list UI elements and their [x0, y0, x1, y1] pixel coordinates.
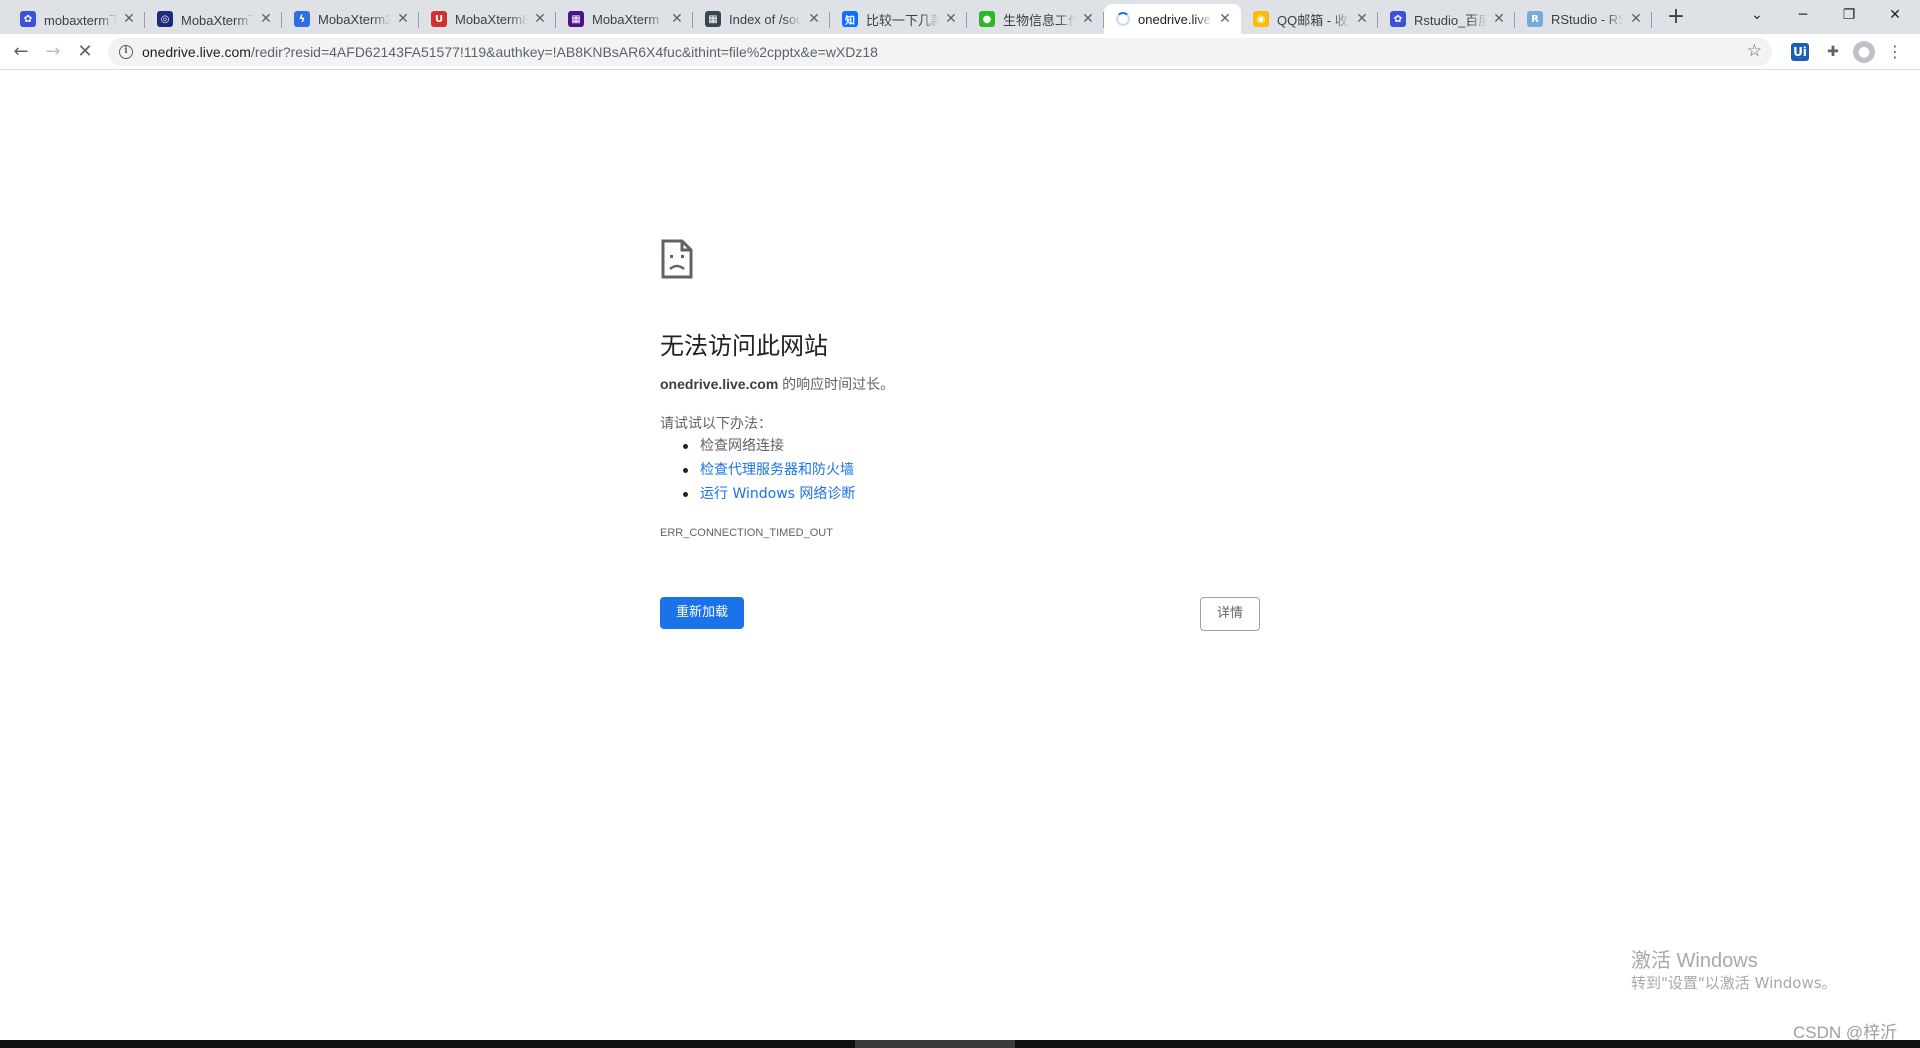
- zhihu-icon: 知: [842, 11, 858, 27]
- wechat-icon: ●: [979, 11, 995, 27]
- tab-title: Rstudio_百度: [1414, 12, 1487, 28]
- error-host: onedrive.live.com: [660, 376, 779, 392]
- activate-windows-title: 激活 Windows: [1631, 950, 1758, 972]
- error-code: ERR_CONNECTION_TIMED_OUT: [660, 527, 833, 539]
- tab-close-icon[interactable]: ✕: [258, 11, 274, 27]
- url-path: /redir?resid=4AFD62143FA51577!119&authke…: [250, 44, 878, 60]
- suggestion-run-diagnostics-link[interactable]: 运行 Windows 网络诊断: [682, 484, 855, 508]
- lightning-icon: ϟ: [294, 11, 310, 27]
- browser-tab[interactable]: onedrive.live ✕: [1104, 4, 1241, 34]
- tab-close-icon[interactable]: ✕: [806, 11, 822, 27]
- browser-tab[interactable]: 知比较一下几款 ✕: [830, 4, 967, 34]
- taskbar-item[interactable]: [855, 1040, 1015, 1048]
- tab-strip: + ⌄ ─ ❐ ✕ ✿mobaxterm下载✕◎MobaXterm下载✕ϟMob…: [0, 0, 1920, 34]
- suggestions-list: 检查网络连接 检查代理服务器和防火墙 运行 Windows 网络诊断: [682, 436, 855, 508]
- tab-title: 生物信息工作: [1003, 12, 1076, 28]
- tab-close-icon[interactable]: ✕: [669, 11, 685, 27]
- url-host: onedrive.live.com: [142, 44, 251, 60]
- baidu-paw-icon: ✿: [20, 11, 36, 27]
- baidu-paw-icon: ✿: [1390, 11, 1406, 27]
- tab-search-button[interactable]: ⌄: [1734, 0, 1780, 30]
- suggestion-check-proxy-link[interactable]: 检查代理服务器和防火墙: [682, 460, 855, 484]
- stop-loading-button[interactable]: ✕: [71, 38, 99, 66]
- browser-tab[interactable]: ◉ QQ邮箱 - 收件✕: [1241, 4, 1378, 34]
- error-title: 无法访问此网站: [660, 332, 828, 360]
- tab-close-icon[interactable]: ✕: [121, 11, 137, 27]
- tab-close-icon[interactable]: ✕: [532, 11, 548, 27]
- browser-tab[interactable]: R RStudio - RS ✕: [1515, 4, 1652, 34]
- ui-extension-icon[interactable]: Ui: [1791, 43, 1809, 61]
- tab-title: QQ邮箱 - 收件: [1277, 12, 1350, 28]
- tab-title: MobaXterm下载: [181, 12, 254, 28]
- tab-title: MobaXterm8: [455, 11, 528, 27]
- rstudio-icon: R: [1527, 11, 1543, 27]
- tab-title: 比较一下几款: [866, 12, 939, 28]
- activate-windows-subtitle: 转到"设置"以激活 Windows。: [1631, 974, 1837, 992]
- new-tab-button[interactable]: +: [1662, 4, 1690, 32]
- details-button[interactable]: 详情: [1200, 597, 1260, 631]
- browser-tab[interactable]: ▦ MobaXterm ✕: [556, 4, 693, 34]
- tab-close-icon[interactable]: ✕: [1628, 11, 1644, 27]
- extensions-puzzle-icon[interactable]: ✚: [1822, 41, 1844, 63]
- tab-title: Index of /sou: [729, 11, 802, 27]
- suggestions-heading: 请试试以下办法：: [660, 416, 772, 432]
- back-arrow-icon[interactable]: ←: [7, 38, 35, 66]
- close-window-button[interactable]: ✕: [1872, 0, 1918, 30]
- address-bar[interactable]: i onedrive.live.com/redir?resid=4AFD6214…: [108, 38, 1772, 66]
- menu-kebab-icon[interactable]: ⋮: [1884, 41, 1906, 63]
- broken-page-icon: [660, 238, 694, 284]
- forward-arrow-icon[interactable]: →: [39, 38, 67, 66]
- reload-button[interactable]: 重新加载: [660, 597, 744, 629]
- restore-button[interactable]: ❐: [1826, 0, 1872, 30]
- error-description: onedrive.live.com 的响应时间过长。: [660, 374, 894, 394]
- browser-tab[interactable]: U MobaXterm8 ✕: [419, 4, 556, 34]
- site-info-icon[interactable]: i: [119, 45, 133, 59]
- browser-tab[interactable]: ϟ MobaXterm2 ✕: [282, 4, 419, 34]
- loading-spinner-icon: [1116, 12, 1130, 26]
- tab-title: RStudio - RS: [1551, 11, 1624, 27]
- tab-close-icon[interactable]: ✕: [943, 11, 959, 27]
- profile-avatar-icon[interactable]: ●: [1853, 41, 1875, 63]
- site-logo-icon: ▦: [568, 11, 584, 27]
- tab-close-icon[interactable]: ✕: [1080, 11, 1096, 27]
- suggestion-check-network: 检查网络连接: [682, 436, 855, 460]
- tab-close-icon[interactable]: ✕: [1491, 11, 1507, 27]
- browser-tab[interactable]: ▦ Index of /sou ✕: [693, 4, 830, 34]
- tab-title: MobaXterm: [592, 11, 660, 27]
- browser-toolbar: ← → ✕ i onedrive.live.com/redir?resid=4A…: [0, 34, 1920, 70]
- tab-close-icon[interactable]: ✕: [1217, 11, 1233, 27]
- tab-title: MobaXterm2: [318, 11, 391, 27]
- minimize-button[interactable]: ─: [1780, 0, 1826, 30]
- u-logo-icon: U: [431, 11, 447, 27]
- tab-close-icon[interactable]: ✕: [1354, 11, 1370, 27]
- browser-tab[interactable]: ◎ MobaXterm下载✕: [145, 4, 282, 34]
- tab-title: mobaxterm下载: [44, 12, 117, 28]
- url-text[interactable]: onedrive.live.com/redir?resid=4AFD62143F…: [142, 38, 878, 66]
- browser-tab[interactable]: ✿ mobaxterm下载✕: [8, 4, 145, 34]
- site-logo-icon: ◎: [157, 11, 173, 27]
- chrome-icon: ◉: [1253, 11, 1269, 27]
- error-desc-text: 的响应时间过长。: [778, 376, 895, 392]
- site-logo-icon: ▦: [705, 11, 721, 27]
- tab-separator: [1651, 12, 1652, 28]
- browser-tab[interactable]: ✿ Rstudio_百度 ✕: [1378, 4, 1515, 34]
- browser-tab[interactable]: ● 生物信息工作 ✕: [967, 4, 1104, 34]
- tab-close-icon[interactable]: ✕: [395, 11, 411, 27]
- tab-title: onedrive.live: [1138, 11, 1211, 27]
- bookmark-star-icon[interactable]: ☆: [1747, 41, 1762, 61]
